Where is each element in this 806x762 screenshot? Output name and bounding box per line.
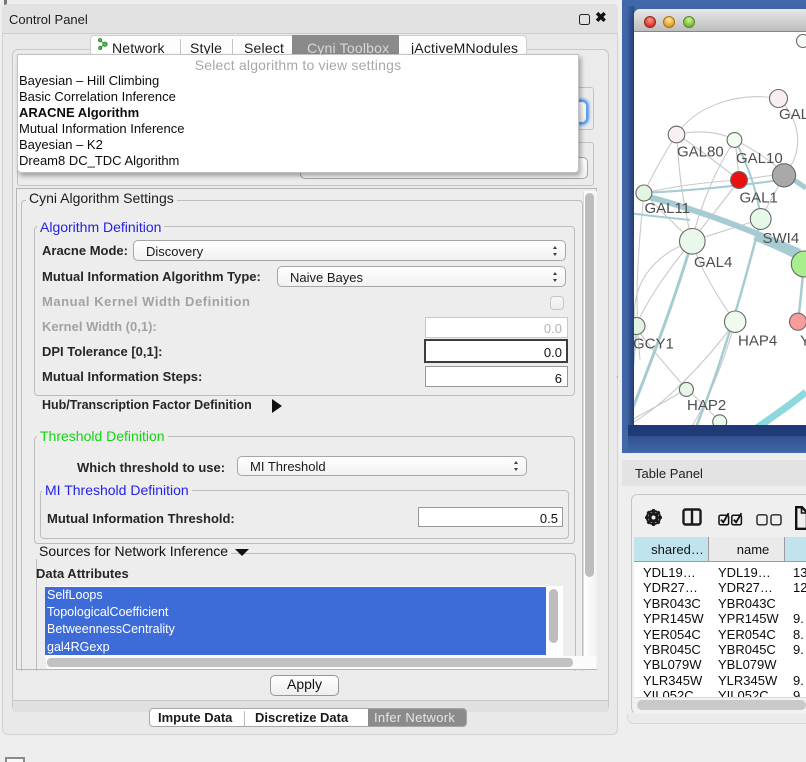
svg-text:HAP2: HAP2 xyxy=(687,397,726,414)
svg-text:HAP4: HAP4 xyxy=(738,333,777,350)
svg-text:GCY1: GCY1 xyxy=(634,336,674,353)
svg-text:GAL1: GAL1 xyxy=(740,190,778,207)
svg-text:GAL80: GAL80 xyxy=(677,144,724,161)
svg-text:GAL2: GAL2 xyxy=(779,106,806,123)
svg-text:GAL11: GAL11 xyxy=(645,200,691,217)
svg-text:GAL10: GAL10 xyxy=(736,150,783,167)
svg-text:GAL4: GAL4 xyxy=(694,254,732,271)
svg-text:SWI4: SWI4 xyxy=(763,230,800,247)
svg-text:Y: Y xyxy=(800,333,806,350)
